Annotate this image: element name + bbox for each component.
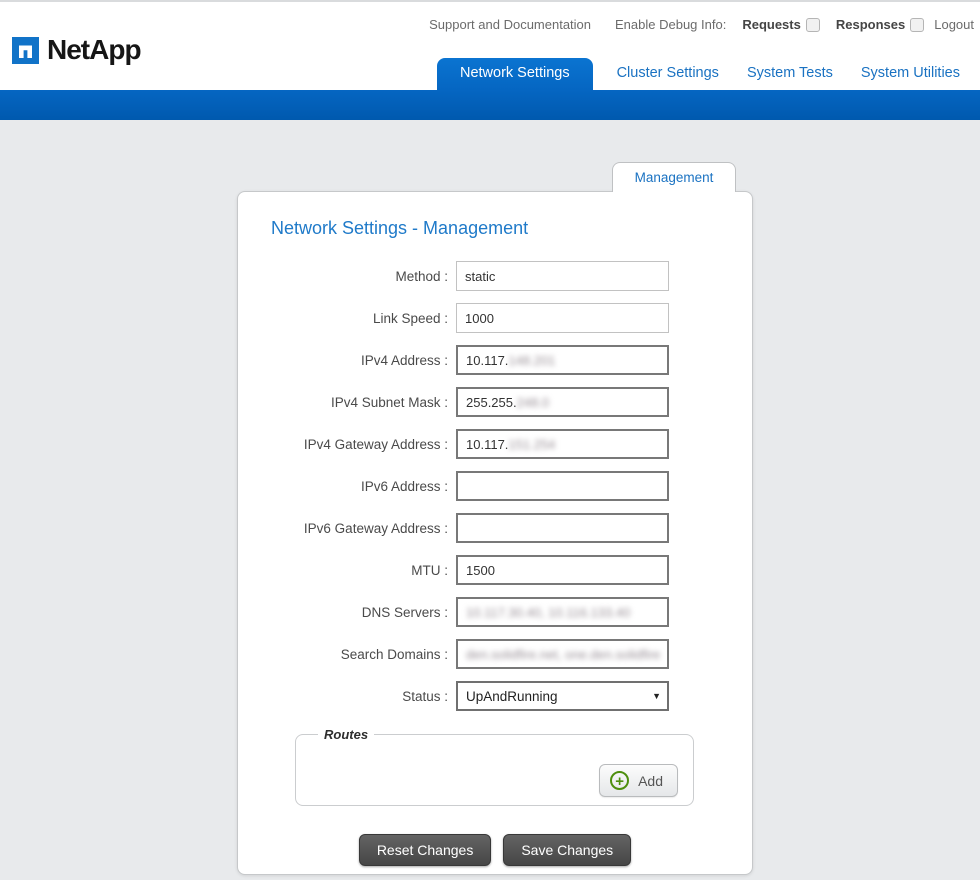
form-row-ipv4-gateway-address: IPv4 Gateway Address : 10.117. 151.254	[238, 429, 752, 459]
requests-label: Requests	[742, 17, 801, 32]
requests-checkbox[interactable]	[805, 17, 820, 32]
nav-bar-background	[0, 90, 980, 120]
search-domains-value-redacted: den.solidfire.net, one.den.solidfire	[466, 646, 661, 662]
ipv4-subnet-mask-label: IPv4 Subnet Mask :	[330, 394, 448, 410]
tab-management[interactable]: Management	[612, 162, 736, 192]
mtu-label: MTU :	[411, 562, 448, 578]
settings-form: Method : Link Speed : IPv4 Address : 10.117…	[238, 261, 752, 711]
ipv6-address-input[interactable]	[456, 471, 669, 501]
utility-bar: Support and Documentation Enable Debug I…	[429, 17, 974, 32]
form-row-search-domains: Search Domains : den.solidfire.net, one.d…	[238, 639, 752, 669]
ipv4-subnet-mask-input[interactable]: 255.255. 248.0	[456, 387, 669, 417]
add-route-button-label: Add	[638, 772, 663, 789]
save-changes-button[interactable]: Save Changes	[503, 834, 632, 866]
tab-management-label: Management	[634, 170, 714, 185]
ipv6-address-label: IPv6 Address :	[360, 478, 448, 494]
method-label: Method :	[395, 268, 448, 284]
dns-servers-input[interactable]: 10.117.30.40, 10.116.133.40	[456, 597, 669, 627]
ipv4-gateway-address-value-redacted: 151.254	[508, 436, 556, 452]
ipv4-gateway-address-value-prefix: 10.117.	[466, 436, 509, 452]
responses-label: Responses	[835, 17, 906, 32]
dns-servers-value-redacted: 10.117.30.40, 10.116.133.40	[466, 604, 631, 620]
form-row-status: Status : UpAndRunning ▼	[238, 681, 752, 711]
tab-system-tests[interactable]: System Tests	[733, 58, 847, 90]
form-row-ipv6-address: IPv6 Address :	[238, 471, 752, 501]
ipv4-address-label: IPv4 Address :	[360, 352, 448, 368]
add-route-button[interactable]: + Add	[599, 764, 678, 797]
form-row-dns-servers: DNS Servers : 10.117.30.40, 10.116.133.40	[238, 597, 752, 627]
dns-servers-label: DNS Servers :	[361, 604, 448, 620]
responses-checkbox[interactable]	[910, 17, 925, 32]
plus-circle-icon: +	[610, 771, 630, 790]
main-nav-tabs: Network Settings Cluster Settings System T…	[436, 58, 974, 90]
search-domains-label: Search Domains :	[340, 646, 448, 662]
link-speed-label: Link Speed :	[372, 310, 448, 326]
support-documentation-link[interactable]: Support and Documentation	[429, 17, 591, 32]
form-row-mtu: MTU :	[238, 555, 752, 585]
reset-changes-button[interactable]: Reset Changes	[358, 834, 492, 866]
ipv4-address-input[interactable]: 10.117. 148.201	[456, 345, 669, 375]
form-row-method: Method :	[238, 261, 752, 291]
ipv4-address-value-prefix: 10.117.	[466, 352, 509, 368]
netapp-logo: NetApp	[12, 34, 142, 66]
method-input[interactable]	[456, 261, 669, 291]
mtu-input[interactable]	[456, 555, 669, 585]
ipv4-subnet-mask-value-prefix: 255.255.	[466, 394, 517, 410]
form-row-ipv6-gateway-address: IPv6 Gateway Address :	[238, 513, 752, 543]
netapp-logo-text: NetApp	[47, 34, 142, 65]
enable-debug-info-label: Enable Debug Info:	[615, 17, 727, 32]
tab-network-settings[interactable]: Network Settings	[436, 58, 593, 90]
ipv4-gateway-address-label: IPv4 Gateway Address :	[303, 436, 448, 452]
tab-cluster-settings[interactable]: Cluster Settings	[603, 58, 733, 90]
status-label: Status :	[402, 688, 448, 704]
link-speed-input[interactable]	[456, 303, 669, 333]
form-row-ipv4-subnet-mask: IPv4 Subnet Mask : 255.255. 248.0	[238, 387, 752, 417]
form-row-ipv4-address: IPv4 Address : 10.117. 148.201	[238, 345, 752, 375]
ipv4-address-value-redacted: 148.201	[508, 352, 556, 368]
status-select[interactable]: UpAndRunning	[456, 681, 669, 711]
form-row-link-speed: Link Speed :	[238, 303, 752, 333]
ipv4-subnet-mask-value-redacted: 248.0	[516, 394, 550, 410]
responses-checkbox-group: Responses	[835, 17, 925, 32]
ipv6-gateway-address-label: IPv6 Gateway Address :	[303, 520, 448, 536]
search-domains-input[interactable]: den.solidfire.net, one.den.solidfire	[456, 639, 669, 669]
app-header: Support and Documentation Enable Debug I…	[0, 2, 980, 90]
form-actions: Reset Changes Save Changes	[238, 834, 752, 866]
tab-system-utilities[interactable]: System Utilities	[847, 58, 974, 90]
routes-legend: Routes	[324, 727, 369, 742]
requests-checkbox-group: Requests	[742, 17, 820, 32]
logout-link[interactable]: Logout	[934, 17, 974, 32]
page-title: Network Settings - Management	[271, 218, 529, 238]
ipv6-gateway-address-input[interactable]	[456, 513, 669, 543]
network-settings-card: Network Settings - Management Method : Li…	[237, 191, 753, 875]
page-content: Management Network Settings - Management…	[0, 120, 980, 880]
routes-fieldset: Routes + Add	[295, 727, 694, 806]
ipv4-gateway-address-input[interactable]: 10.117. 151.254	[456, 429, 669, 459]
netapp-logo-icon	[12, 36, 39, 64]
status-select-wrap: UpAndRunning ▼	[456, 681, 669, 711]
